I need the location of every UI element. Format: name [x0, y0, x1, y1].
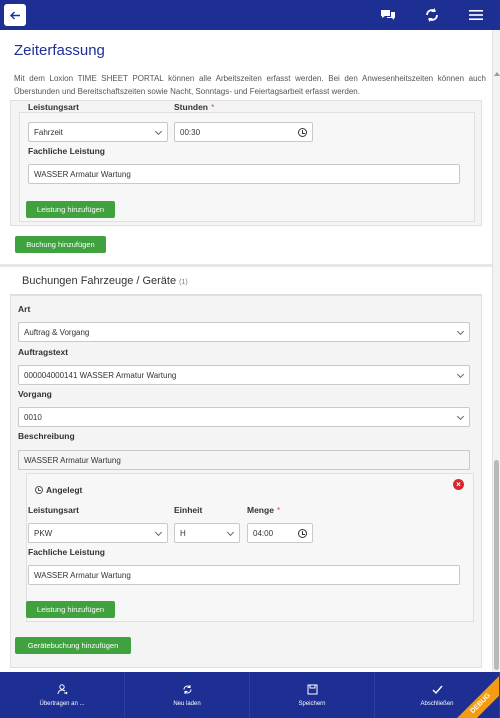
chevron-down-icon	[456, 370, 465, 379]
required-marker: *	[211, 102, 215, 112]
booking-count: (1)	[179, 279, 188, 286]
top-app-bar	[0, 0, 500, 30]
hamburger-menu-icon	[469, 10, 483, 20]
chevron-down-icon	[456, 412, 465, 421]
chat-button[interactable]	[378, 5, 398, 25]
reload-icon	[181, 684, 193, 696]
chevron-down-icon	[154, 127, 163, 136]
scrollbar-thumb[interactable]	[494, 460, 499, 670]
leistungsart-label: Leistungsart	[28, 505, 80, 515]
fachliche-leistung-input[interactable]: WASSER Armatur Wartung	[28, 164, 460, 184]
vorgang-select[interactable]: 0010	[18, 407, 470, 427]
clock-icon	[35, 486, 43, 494]
speichern-button[interactable]: Speichern	[250, 672, 375, 718]
intro-text: Mit dem Loxion TIME SHEET PORTAL können …	[14, 74, 486, 96]
uebertragen-button[interactable]: Übertragen an ...	[0, 672, 125, 718]
scrollbar[interactable]	[492, 30, 500, 672]
check-icon	[431, 684, 443, 696]
fachliche-leistung-label: Fachliche Leistung	[28, 146, 105, 156]
auftragstext-label: Auftragstext	[18, 347, 69, 357]
arrow-left-icon	[9, 11, 20, 19]
vorgang-label: Vorgang	[18, 389, 52, 399]
scroll-up-arrow-icon[interactable]	[494, 72, 500, 76]
back-button[interactable]	[4, 4, 26, 26]
clock-icon	[298, 128, 307, 137]
abschliessen-button[interactable]: Abschließen DEBUG	[375, 672, 500, 718]
geraet-leistungsart-select[interactable]: PKW	[28, 523, 168, 543]
required-marker: *	[276, 505, 281, 515]
stunden-input[interactable]: 00:30	[174, 122, 313, 142]
geraetebuchung-hinzufuegen-button[interactable]: Gerätebuchung hinzufügen	[15, 637, 131, 654]
leistung-hinzufuegen-button[interactable]: Leistung hinzufügen	[26, 201, 115, 218]
art-select[interactable]: Auftrag & Vorgang	[18, 322, 470, 342]
page-title: Zeiterfassung	[14, 42, 105, 59]
chevron-down-icon	[154, 528, 163, 537]
page-content: Zeiterfassung Mit dem Loxion TIME SHEET …	[0, 30, 492, 672]
einheit-label: Einheit	[174, 505, 203, 515]
save-icon	[306, 684, 318, 696]
einheit-select[interactable]: H	[174, 523, 240, 543]
status-badge: Angelegt	[35, 485, 82, 495]
remove-icon[interactable]: ×	[453, 479, 464, 490]
section-divider	[0, 264, 492, 267]
beschreibung-field: WASSER Armatur Wartung	[18, 450, 470, 470]
person-transfer-icon	[56, 684, 68, 696]
beschreibung-label: Beschreibung	[18, 431, 75, 441]
neu-laden-button[interactable]: Neu laden	[125, 672, 250, 718]
debug-ribbon: DEBUG	[447, 672, 499, 718]
leistungsart-select[interactable]: Fahrzeit	[28, 122, 168, 142]
clock-icon	[298, 529, 307, 538]
chevron-down-icon	[226, 528, 235, 537]
sync-button[interactable]	[422, 5, 442, 25]
sync-icon	[426, 8, 438, 22]
fachliche-leistung-input[interactable]: WASSER Armatur Wartung	[28, 565, 460, 585]
leistungsart-label: Leistungsart	[28, 102, 80, 112]
section-title-fahrzeuge: Buchungen Fahrzeuge / Geräte (1)	[22, 275, 188, 287]
menge-label: Menge *	[247, 505, 281, 515]
auftragstext-select[interactable]: 000004000141 WASSER Armatur Wartung	[18, 365, 470, 385]
leistung-hinzufuegen-button[interactable]: Leistung hinzufügen	[26, 601, 115, 618]
buchung-hinzufuegen-button[interactable]: Buchung hinzufügen	[15, 236, 106, 253]
art-label: Art	[18, 304, 31, 314]
chevron-down-icon	[456, 327, 465, 336]
stunden-label: Stunden *	[174, 102, 215, 112]
chat-bubbles-icon	[381, 10, 395, 20]
bottom-action-bar: Übertragen an ... Neu laden Speichern Ab…	[0, 672, 500, 718]
menge-input[interactable]: 04:00	[247, 523, 313, 543]
menu-button[interactable]	[466, 5, 486, 25]
fachliche-leistung-label: Fachliche Leistung	[28, 547, 105, 557]
